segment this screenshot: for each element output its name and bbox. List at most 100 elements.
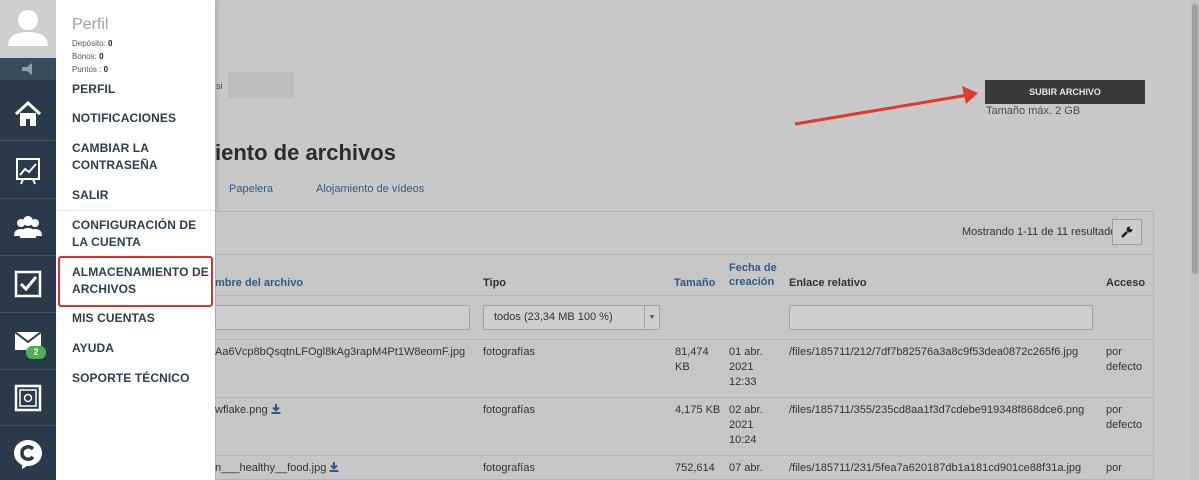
file-date-year: 2021 bbox=[729, 361, 754, 373]
tab-video-hosting[interactable]: Alojamiento de vídeos bbox=[316, 183, 424, 195]
table-divider bbox=[216, 339, 1153, 340]
tab-trash[interactable]: Papelera bbox=[229, 183, 273, 195]
file-name-cell: n___healthy__food.jpg bbox=[215, 461, 339, 476]
type-filter-value: todos (23,34 MB 100 %) bbox=[494, 311, 613, 323]
menu-item-support[interactable]: SOPORTE TÉCNICO bbox=[72, 370, 212, 387]
profile-name[interactable]: Perfil bbox=[72, 16, 108, 34]
file-date: 02 abr. 2021 10:24 bbox=[729, 403, 763, 448]
file-date-year: 2021 bbox=[729, 419, 754, 431]
stat-deposit: Depósito: 0 bbox=[72, 39, 113, 48]
file-size-unit: KB bbox=[675, 361, 690, 373]
file-name-link[interactable]: n___healthy__food.jpg bbox=[215, 462, 326, 474]
file-date-day: 02 abr. bbox=[729, 404, 763, 416]
file-access: por bbox=[1106, 462, 1122, 474]
safe-icon bbox=[14, 384, 42, 412]
table-settings-button[interactable] bbox=[1112, 219, 1142, 245]
rail-tasks[interactable] bbox=[0, 256, 56, 312]
column-header-access: Acceso bbox=[1106, 277, 1146, 289]
filename-filter-input[interactable] bbox=[215, 305, 470, 330]
announcement-strip[interactable] bbox=[0, 58, 56, 80]
file-date: 07 abr. bbox=[729, 462, 763, 474]
chevron-down-icon: ▼ bbox=[644, 306, 659, 329]
menu-item-profile[interactable]: PERFIL bbox=[72, 81, 212, 98]
avatar[interactable] bbox=[0, 0, 56, 58]
menu-item-my-accounts[interactable]: MIS CUENTAS bbox=[72, 310, 212, 327]
rail-statistics[interactable] bbox=[0, 142, 56, 198]
file-access: por defecto bbox=[1106, 345, 1142, 375]
highlight-box bbox=[58, 256, 213, 307]
file-access-line1: por bbox=[1106, 404, 1122, 416]
table-divider bbox=[216, 455, 1153, 456]
file-type: fotografías bbox=[483, 462, 535, 474]
column-header-date-line2: creación bbox=[729, 276, 775, 288]
link-filter-input[interactable] bbox=[789, 305, 1093, 330]
upload-size-note: Tamaño máx. 2 GB bbox=[986, 105, 1081, 117]
column-header-relative-link: Enlace relativo bbox=[789, 277, 867, 289]
file-type: fotografías bbox=[483, 346, 535, 358]
wrench-icon bbox=[1121, 226, 1133, 238]
support-logo-icon bbox=[14, 440, 42, 469]
profile-dropdown-panel: Perfil Depósito: 0 Bonos: 0 Puntos : 0 P… bbox=[56, 0, 215, 480]
red-arrow-annotation bbox=[794, 86, 978, 126]
column-header-size[interactable]: Tamaño bbox=[674, 276, 715, 290]
table-divider bbox=[216, 397, 1153, 398]
file-relative-link: /files/185711/231/5fea7a620187db1a181cd9… bbox=[789, 462, 1082, 474]
rail-users[interactable] bbox=[0, 199, 56, 255]
file-relative-link: /files/185711/212/7df7b82576a3a8c9f53dea… bbox=[789, 346, 1079, 358]
menu-item-notifications[interactable]: NOTIFICACIONES bbox=[72, 110, 212, 127]
column-header-date-line1: Fecha de bbox=[729, 262, 777, 274]
page-title: iento de archivos bbox=[215, 140, 396, 165]
file-name-link[interactable]: wflake.png bbox=[215, 404, 268, 416]
icon-rail: 2 bbox=[0, 0, 56, 480]
file-size-value: 81,474 bbox=[675, 346, 709, 358]
file-relative-link: /files/185711/355/235cd8aa1f3d7cdebe9193… bbox=[789, 404, 1085, 416]
rail-messages[interactable] bbox=[0, 313, 56, 369]
column-header-date[interactable]: Fecha de creación bbox=[729, 261, 777, 289]
user-avatar-icon bbox=[8, 10, 48, 46]
file-access-line2: defecto bbox=[1106, 419, 1143, 431]
menu-divider bbox=[56, 210, 215, 211]
file-access-line2: defecto bbox=[1106, 361, 1143, 373]
menu-item-change-password[interactable]: CAMBIAR LA CONTRASEÑA bbox=[72, 140, 172, 174]
file-date: 01 abr. 2021 12:33 bbox=[729, 345, 763, 390]
home-icon bbox=[14, 100, 42, 126]
column-header-type: Tipo bbox=[483, 277, 507, 289]
mail-count-badge: 2 bbox=[26, 346, 46, 359]
stat-points: Puntos : 0 bbox=[72, 65, 109, 74]
upload-file-button[interactable]: SUBIR ARCHIVO bbox=[985, 80, 1145, 104]
header-partial-text: si bbox=[216, 81, 223, 91]
menu-item-help[interactable]: AYUDA bbox=[72, 340, 212, 357]
stat-bonus: Bonos: 0 bbox=[72, 52, 104, 61]
file-size: 4,175 KB bbox=[675, 404, 721, 416]
file-name-link[interactable]: Aa6Vcp8bQsqtnLFOgl8kAg3rapM4Pt1W8eomF.jp… bbox=[215, 345, 465, 360]
chart-icon bbox=[16, 158, 40, 185]
file-name-cell: wflake.png bbox=[215, 403, 281, 418]
page-scrollbar[interactable] bbox=[1191, 0, 1199, 480]
column-header-filename[interactable]: mbre del archivo bbox=[215, 276, 303, 290]
checkbox-icon bbox=[14, 270, 42, 298]
menu-item-logout[interactable]: SALIR bbox=[72, 187, 212, 204]
file-size: 752,614 bbox=[675, 462, 715, 474]
results-count: Mostrando 1-11 de 11 resultados. bbox=[962, 226, 1125, 238]
file-type: fotografías bbox=[483, 404, 535, 416]
users-icon bbox=[14, 216, 42, 238]
table-divider bbox=[216, 254, 1153, 255]
blurred-account-name bbox=[228, 72, 294, 98]
file-date-time: 12:33 bbox=[729, 376, 757, 388]
rail-divider bbox=[0, 140, 56, 141]
file-access: por defecto bbox=[1106, 403, 1142, 433]
rail-brand[interactable] bbox=[0, 426, 56, 480]
file-date-time: 10:24 bbox=[729, 434, 757, 446]
file-date-day: 01 abr. bbox=[729, 346, 763, 358]
type-filter-select[interactable]: todos (23,34 MB 100 %) ▼ bbox=[483, 305, 660, 330]
scrollbar-thumb[interactable] bbox=[1192, 4, 1198, 274]
download-icon[interactable] bbox=[329, 462, 339, 472]
file-size: 81,474 KB bbox=[675, 345, 709, 375]
megaphone-icon bbox=[22, 63, 32, 75]
download-icon[interactable] bbox=[271, 404, 281, 414]
file-access-line1: por bbox=[1106, 346, 1122, 358]
menu-item-account-settings[interactable]: CONFIGURACIÓN DE LA CUENTA bbox=[72, 217, 202, 251]
rail-safe[interactable] bbox=[0, 370, 56, 426]
table-divider bbox=[216, 295, 1153, 296]
rail-home[interactable] bbox=[0, 86, 56, 142]
